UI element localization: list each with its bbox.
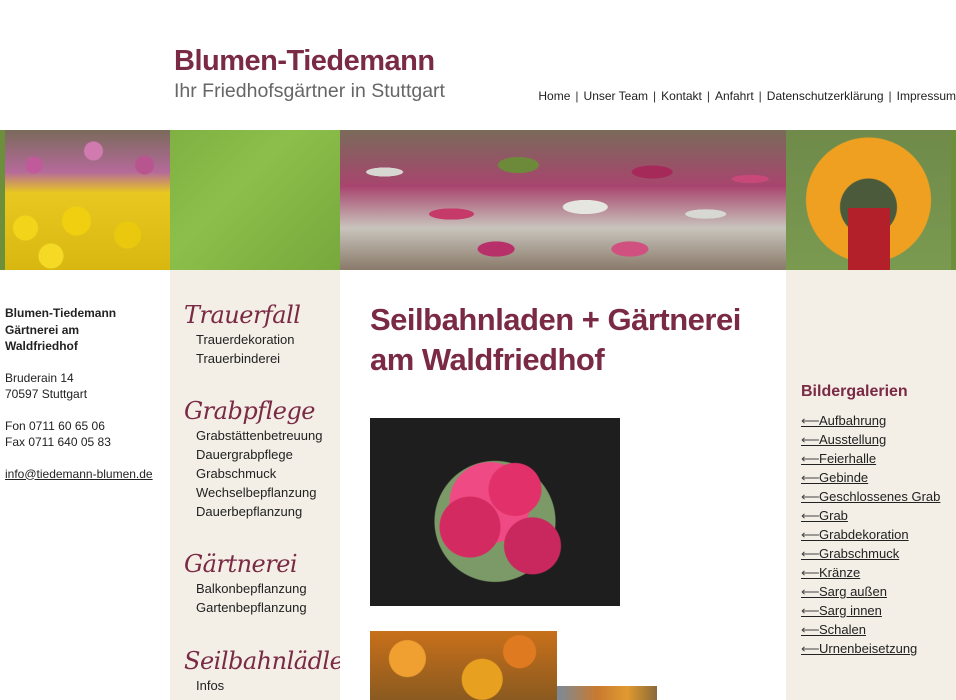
arrow-left-icon: ⟵ bbox=[801, 603, 820, 618]
arrow-left-icon: ⟵ bbox=[801, 565, 820, 580]
wreath-ribbon bbox=[848, 208, 890, 270]
arrow-left-icon: ⟵ bbox=[801, 508, 820, 523]
side-navigation: Trauerfall Trauerdekoration Trauerbinder… bbox=[170, 270, 344, 700]
topnav-separator: | bbox=[575, 89, 579, 103]
arrow-left-icon: ⟵ bbox=[801, 546, 820, 561]
top-navigation: Home | Unser Team | Kontakt | Anfahrt | … bbox=[538, 89, 956, 103]
address-city: 70597 Stuttgart bbox=[5, 387, 88, 401]
arrow-left-icon: ⟵ bbox=[801, 584, 820, 599]
gallery-link-gebinde[interactable]: ⟵ Gebinde bbox=[801, 468, 951, 487]
gallery-link-sarg-aussen[interactable]: ⟵ Sarg außen bbox=[801, 582, 951, 601]
topnav-separator: | bbox=[758, 89, 762, 103]
arrow-left-icon: ⟵ bbox=[801, 470, 820, 485]
logo-title: Blumen-Tiedemann bbox=[174, 45, 435, 77]
arrow-left-icon: ⟵ bbox=[801, 622, 820, 637]
arrow-left-icon: ⟵ bbox=[801, 451, 820, 466]
address-block: Blumen-Tiedemann Gärtnerei am Waldfriedh… bbox=[5, 305, 153, 482]
nav-link-grabschmuck[interactable]: Grabschmuck bbox=[196, 464, 322, 483]
nav-section-gaertnerei: Gärtnerei Balkonbepflanzung Gartenbepfla… bbox=[184, 549, 307, 617]
main-content: Seilbahnladen + Gärtnerei am Waldfriedho… bbox=[340, 270, 786, 700]
gallery-sidebar: Bildergalerien ⟵ Aufbahrung ⟵ Ausstellung … bbox=[786, 270, 956, 700]
arrow-left-icon: ⟵ bbox=[801, 641, 820, 656]
email-link[interactable]: info@tiedemann-blumen.de bbox=[5, 467, 153, 481]
photo-hydrangea-arrangement bbox=[370, 418, 620, 606]
company-name-line: Waldfriedhof bbox=[5, 339, 78, 353]
banner-image-heather-bed bbox=[340, 130, 786, 270]
nav-heading-grabpflege: Grabpflege bbox=[184, 397, 316, 425]
gallery-link-grabdekoration[interactable]: ⟵ Grabdekoration bbox=[801, 525, 951, 544]
topnav-separator: | bbox=[653, 89, 657, 103]
banner-image-chrysanthemums bbox=[0, 130, 170, 270]
nav-link-infos[interactable]: Infos bbox=[196, 676, 343, 695]
topnav-separator: | bbox=[888, 89, 892, 103]
company-name-line: Blumen-Tiedemann bbox=[5, 306, 117, 320]
gallery-title: Bildergalerien bbox=[801, 383, 908, 400]
topnav-kontakt[interactable]: Kontakt bbox=[661, 89, 702, 103]
gallery-link-urnenbeisetzung[interactable]: ⟵ Urnenbeisetzung bbox=[801, 639, 951, 658]
header-banner bbox=[0, 130, 956, 270]
gallery-link-aufbahrung[interactable]: ⟵ Aufbahrung bbox=[801, 411, 951, 430]
gallery-link-feierhalle[interactable]: ⟵ Feierhalle bbox=[801, 449, 951, 468]
nav-heading-seilbahnlaedle: Seilbahnlädle bbox=[184, 647, 344, 675]
nav-link-grabstaettenbetreuung[interactable]: Grabstättenbetreuung bbox=[196, 426, 322, 445]
arrow-left-icon: ⟵ bbox=[801, 489, 820, 504]
phone-number: Fon 0711 60 65 06 bbox=[5, 418, 105, 433]
logo-subtitle: Ihr Friedhofsgärtner in Stuttgart bbox=[174, 80, 445, 102]
topnav-separator: | bbox=[706, 89, 710, 103]
topnav-home[interactable]: Home bbox=[538, 89, 570, 103]
address-street: Bruderain 14 bbox=[5, 370, 74, 385]
banner-strip bbox=[0, 130, 5, 270]
nav-heading-trauerfall: Trauerfall bbox=[184, 301, 301, 329]
gallery-link-sarg-innen[interactable]: ⟵ Sarg innen bbox=[801, 601, 951, 620]
gallery-link-geschlossenes-grab[interactable]: ⟵ Geschlossenes Grab bbox=[801, 487, 951, 506]
nav-link-dauerbepflanzung[interactable]: Dauerbepflanzung bbox=[196, 502, 322, 521]
arrow-left-icon: ⟵ bbox=[801, 527, 820, 542]
gallery-list: ⟵ Aufbahrung ⟵ Ausstellung ⟵ Feierhalle ⟵ Ge… bbox=[801, 411, 951, 658]
nav-link-trauerdekoration[interactable]: Trauerdekoration bbox=[196, 330, 300, 349]
nav-section-grabpflege: Grabpflege Grabstättenbetreuung Dauergra… bbox=[184, 396, 322, 521]
photo-thumbnail bbox=[557, 686, 657, 700]
nav-section-seilbahnlaedle: Seilbahnlädle Infos bbox=[184, 646, 344, 695]
nav-link-trauerbinderei[interactable]: Trauerbinderei bbox=[196, 349, 300, 368]
site-logo[interactable]: Blumen-Tiedemann Ihr Friedhofsgärtner in… bbox=[174, 44, 445, 103]
nav-link-balkonbepflanzung[interactable]: Balkonbepflanzung bbox=[196, 579, 307, 598]
topnav-anfahrt[interactable]: Anfahrt bbox=[715, 89, 754, 103]
gallery-link-schalen[interactable]: ⟵ Schalen bbox=[801, 620, 951, 639]
topnav-datenschutz[interactable]: Datenschutzerklärung bbox=[767, 89, 884, 103]
nav-link-dauergrabpflege[interactable]: Dauergrabpflege bbox=[196, 445, 322, 464]
photo-autumn-flowers bbox=[370, 631, 557, 700]
nav-section-trauerfall: Trauerfall Trauerdekoration Trauerbinder… bbox=[184, 300, 301, 368]
company-name-line: Gärtnerei am bbox=[5, 322, 80, 337]
nav-heading-gaertnerei: Gärtnerei bbox=[184, 550, 298, 578]
banner-image-lawn bbox=[170, 130, 340, 270]
fax-number: Fax 0711 640 05 83 bbox=[5, 435, 111, 449]
nav-link-wechselbepflanzung[interactable]: Wechselbepflanzung bbox=[196, 483, 322, 502]
gallery-link-ausstellung[interactable]: ⟵ Ausstellung bbox=[801, 430, 951, 449]
banner-image-wreath bbox=[786, 130, 951, 270]
gallery-link-grabschmuck[interactable]: ⟵ Grabschmuck bbox=[801, 544, 951, 563]
nav-link-gartenbepflanzung[interactable]: Gartenbepflanzung bbox=[196, 598, 307, 617]
topnav-impressum[interactable]: Impressum bbox=[897, 89, 956, 103]
banner-strip bbox=[951, 130, 956, 270]
arrow-left-icon: ⟵ bbox=[801, 432, 820, 447]
arrow-left-icon: ⟵ bbox=[801, 413, 820, 428]
address-column: Blumen-Tiedemann Gärtnerei am Waldfriedh… bbox=[0, 270, 170, 700]
page-title: Seilbahnladen + Gärtnerei am Waldfriedho… bbox=[370, 302, 741, 377]
topnav-unser-team[interactable]: Unser Team bbox=[584, 89, 648, 103]
gallery-link-grab[interactable]: ⟵ Grab bbox=[801, 506, 951, 525]
gallery-link-kraenze[interactable]: ⟵ Kränze bbox=[801, 563, 951, 582]
